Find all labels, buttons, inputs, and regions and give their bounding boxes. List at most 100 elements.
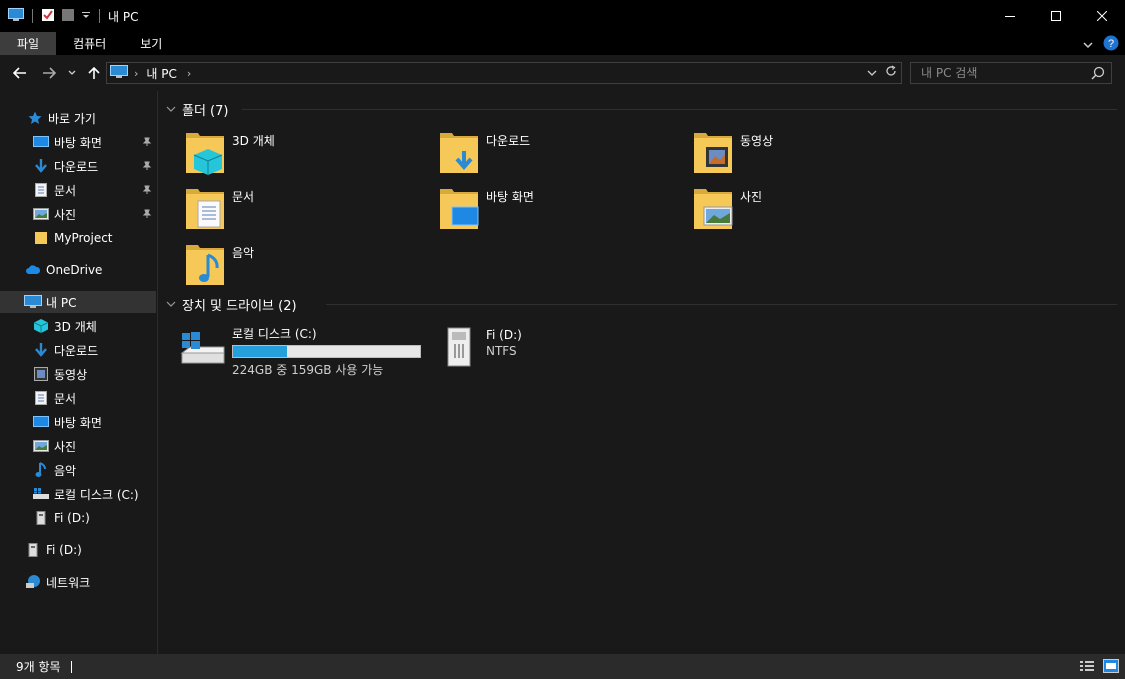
status-bar: 9개 항목 (0, 654, 1125, 679)
search-box[interactable] (910, 62, 1112, 84)
search-icon[interactable] (1091, 66, 1105, 83)
sidebar-item-label: 동영상 (54, 367, 88, 382)
drive-usage-fill (233, 346, 288, 357)
cloud-icon (24, 261, 42, 279)
sidebar-item-myproject[interactable]: MyProject (0, 227, 156, 249)
pin-icon[interactable] (142, 184, 152, 198)
folder-desktop-icon (438, 185, 482, 231)
folder-label: 3D 개체 (232, 134, 275, 148)
folder-3d-objects[interactable]: 3D 개체 (184, 129, 434, 181)
drive-free-space: 224GB 중 159GB 사용 가능 (232, 363, 384, 377)
pin-icon[interactable] (142, 208, 152, 222)
close-button[interactable] (1079, 0, 1125, 32)
folder-icon (32, 229, 50, 247)
folder-video-icon (692, 129, 736, 175)
folder-document-icon (184, 185, 228, 231)
breadcrumb-this-pc[interactable]: 내 PC (146, 65, 176, 82)
address-bar[interactable]: › 내 PC › (106, 62, 902, 84)
sidebar-item-network[interactable]: 네트워크 (0, 571, 156, 593)
breadcrumb-separator[interactable]: › (187, 67, 191, 80)
tab-view[interactable]: 보기 (123, 32, 179, 55)
computer-icon (8, 7, 24, 25)
new-folder-icon[interactable] (61, 8, 75, 25)
sidebar-item-documents[interactable]: 문서 (0, 179, 156, 201)
group-header-folders[interactable]: 폴더 (7) (166, 99, 228, 119)
cube-icon (32, 317, 50, 335)
sidebar-item-desktop-pc[interactable]: 바탕 화면 (0, 411, 156, 433)
navigation-bar: › 내 PC › (0, 55, 1125, 91)
folder-label: 사진 (740, 190, 763, 204)
item-count: 9개 항목 (16, 660, 61, 674)
folder-label: 음악 (232, 246, 255, 260)
forward-button[interactable] (39, 63, 59, 83)
folder-pictures[interactable]: 사진 (692, 185, 942, 237)
sidebar-item-onedrive[interactable]: OneDrive (0, 259, 156, 281)
download-arrow-icon (32, 341, 50, 359)
sidebar-item-pictures-pc[interactable]: 사진 (0, 435, 156, 457)
folder-label: 문서 (232, 190, 255, 204)
desktop-icon (32, 413, 50, 431)
group-divider (326, 304, 1117, 305)
up-button[interactable] (84, 63, 104, 83)
sidebar-item-this-pc[interactable]: 내 PC (0, 291, 156, 313)
properties-icon[interactable] (41, 8, 55, 25)
group-title: 폴더 (7) (182, 103, 229, 119)
refresh-icon[interactable] (885, 65, 897, 80)
sidebar-item-label: 바로 가기 (48, 111, 96, 126)
pin-icon[interactable] (142, 136, 152, 150)
window-title: 내 PC (108, 9, 139, 24)
help-icon[interactable]: ? (1103, 35, 1119, 54)
sidebar-item-local-disk-c[interactable]: 로컬 디스크 (C:) (0, 483, 156, 505)
navigation-pane: 바로 가기 바탕 화면 다운로드 문서 사진 MyProject OneDriv… (0, 91, 158, 654)
sidebar-item-drive-d-root[interactable]: Fi (D:) (0, 539, 156, 561)
folder-music[interactable]: 음악 (184, 241, 434, 293)
breadcrumb-separator[interactable]: › (134, 67, 138, 80)
minimize-button[interactable] (987, 0, 1033, 32)
network-icon (24, 573, 42, 591)
search-input[interactable] (911, 66, 1081, 80)
folder-downloads[interactable]: 다운로드 (438, 129, 688, 181)
sidebar-item-label: 다운로드 (54, 159, 99, 174)
folder-videos[interactable]: 동영상 (692, 129, 942, 181)
back-button[interactable] (10, 63, 30, 83)
sidebar-item-drive-d[interactable]: Fi (D:) (0, 507, 156, 529)
tab-computer[interactable]: 컴퓨터 (56, 32, 123, 55)
address-dropdown-icon[interactable] (867, 66, 877, 80)
drive-local-disk-c[interactable]: 로컬 디스크 (C:) 224GB 중 159GB 사용 가능 (180, 323, 421, 379)
download-arrow-icon (32, 157, 50, 175)
chevron-down-icon[interactable] (166, 297, 176, 312)
large-icons-view-icon[interactable] (1103, 659, 1119, 676)
usb-drive-icon (24, 541, 42, 559)
sidebar-item-documents-pc[interactable]: 문서 (0, 387, 156, 409)
maximize-button[interactable] (1033, 0, 1079, 32)
sidebar-item-quick-access[interactable]: 바로 가기 (0, 107, 156, 129)
pin-icon[interactable] (142, 160, 152, 174)
drive-name: Fi (D:) (486, 328, 522, 342)
film-icon (32, 365, 50, 383)
group-header-devices[interactable]: 장치 및 드라이브 (2) (166, 294, 297, 314)
customize-qa-icon[interactable] (81, 9, 91, 23)
sidebar-item-videos[interactable]: 동영상 (0, 363, 156, 385)
recent-locations-button[interactable] (64, 63, 80, 83)
expand-ribbon-icon[interactable] (1083, 38, 1093, 52)
sidebar-item-music[interactable]: 음악 (0, 459, 156, 481)
sidebar-item-3d-objects[interactable]: 3D 개체 (0, 315, 156, 337)
drive-fi-d[interactable]: Fi (D:) NTFS (440, 326, 522, 382)
sidebar-item-label: OneDrive (46, 263, 103, 277)
sidebar-item-desktop[interactable]: 바탕 화면 (0, 131, 156, 153)
tab-file[interactable]: 파일 (0, 32, 57, 55)
windows-drive-icon (180, 331, 226, 370)
sidebar-item-pictures[interactable]: 사진 (0, 203, 156, 225)
sidebar-item-downloads-pc[interactable]: 다운로드 (0, 339, 156, 361)
folder-desktop[interactable]: 바탕 화면 (438, 185, 688, 237)
title-bar: 내 PC (0, 0, 1125, 32)
sidebar-item-label: MyProject (54, 231, 113, 245)
drive-icon (32, 485, 50, 503)
details-view-icon[interactable] (1079, 659, 1095, 676)
folder-label: 다운로드 (486, 134, 531, 148)
sidebar-item-downloads[interactable]: 다운로드 (0, 155, 156, 177)
status-divider (70, 660, 72, 673)
folder-documents[interactable]: 문서 (184, 185, 434, 237)
chevron-down-icon[interactable] (166, 102, 176, 117)
sidebar-item-label: 네트워크 (46, 575, 91, 590)
